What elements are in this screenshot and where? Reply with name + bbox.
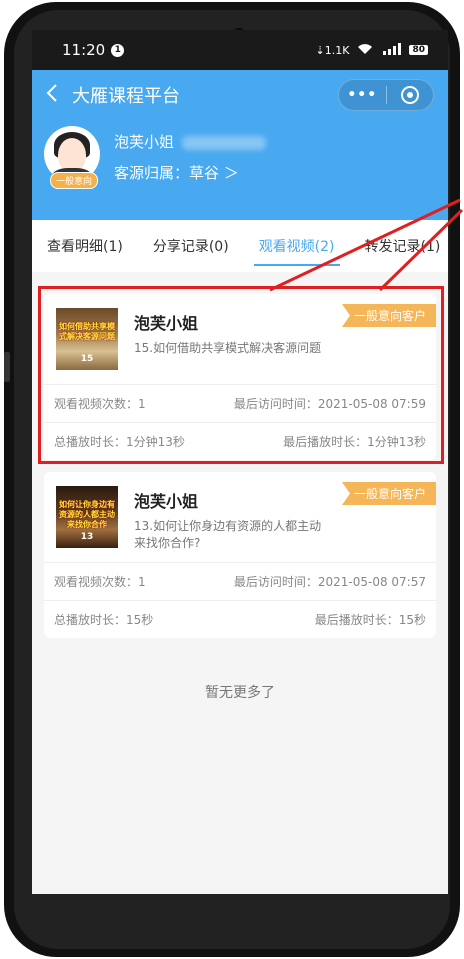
- close-mini-program-button[interactable]: [387, 86, 434, 104]
- nav-bar: 大雁课程平台 •••: [32, 70, 448, 120]
- video-thumbnail: 如何让你身边有资源的人都主动来找你合作 13: [56, 486, 118, 548]
- video-title: 13.如何让你身边有资源的人都主动来找你合作?: [134, 519, 322, 550]
- battery-icon: 80: [409, 45, 428, 55]
- tab-bar: 查看明细(1) 分享记录(0) 观看视频(2) 转发记录(1): [32, 220, 448, 272]
- annotation-highlight-box: [38, 286, 444, 464]
- more-button[interactable]: •••: [339, 87, 386, 103]
- last-visit-time: 最后访问时间：2021-05-08 07:57: [233, 575, 426, 589]
- redacted-info: [182, 135, 267, 150]
- status-bar: 11:20 1 ⇣1.1K 80: [32, 30, 448, 70]
- target-icon: [400, 86, 419, 104]
- mini-program-capsule: •••: [338, 79, 434, 111]
- user-profile: 一般意向 泡芙小姐 客源归属：草谷 ＞: [44, 126, 267, 189]
- header: 大雁课程平台 ••• 一般意向 泡芙小姐 客源归属：草谷 ＞: [32, 70, 448, 220]
- notification-badge-icon: 1: [111, 43, 125, 57]
- network-speed: ⇣1.1K: [315, 43, 350, 57]
- duration-row: 总播放时长：15秒 最后播放时长：15秒: [44, 600, 436, 638]
- intent-badge: 一般意向: [50, 172, 99, 189]
- no-more-text: 暂无更多了: [205, 685, 275, 701]
- back-button[interactable]: [46, 83, 58, 108]
- page-title: 大雁课程平台: [72, 86, 180, 107]
- tab-share-records[interactable]: 分享记录(0): [138, 220, 244, 272]
- tab-forward-records[interactable]: 转发记录(1): [350, 220, 448, 272]
- video-record-card[interactable]: 如何让你身边有资源的人都主动来找你合作 13 泡芙小姐 13.如何让你身边有资源…: [44, 472, 436, 638]
- status-time: 11:20: [62, 41, 106, 59]
- signal-icon: [381, 42, 402, 58]
- view-count: 观看视频次数：1: [54, 575, 146, 589]
- tab-view-details[interactable]: 查看明细(1): [32, 220, 138, 272]
- total-duration: 总播放时长：15秒: [54, 613, 154, 627]
- tab-watch-videos[interactable]: 观看视频(2): [244, 220, 350, 272]
- avatar: 一般意向: [44, 126, 100, 189]
- last-duration: 最后播放时长：15秒: [314, 613, 426, 627]
- side-button: [4, 352, 10, 382]
- wifi-icon: [357, 43, 373, 58]
- customer-source-link[interactable]: 客源归属：草谷 ＞: [114, 162, 266, 183]
- chevron-left-icon: [46, 83, 57, 102]
- intent-tag: 一般意向客户: [341, 482, 436, 505]
- stats-row: 观看视频次数：1 最后访问时间：2021-05-08 07:57: [44, 562, 436, 600]
- user-name: 泡芙小姐: [114, 133, 175, 151]
